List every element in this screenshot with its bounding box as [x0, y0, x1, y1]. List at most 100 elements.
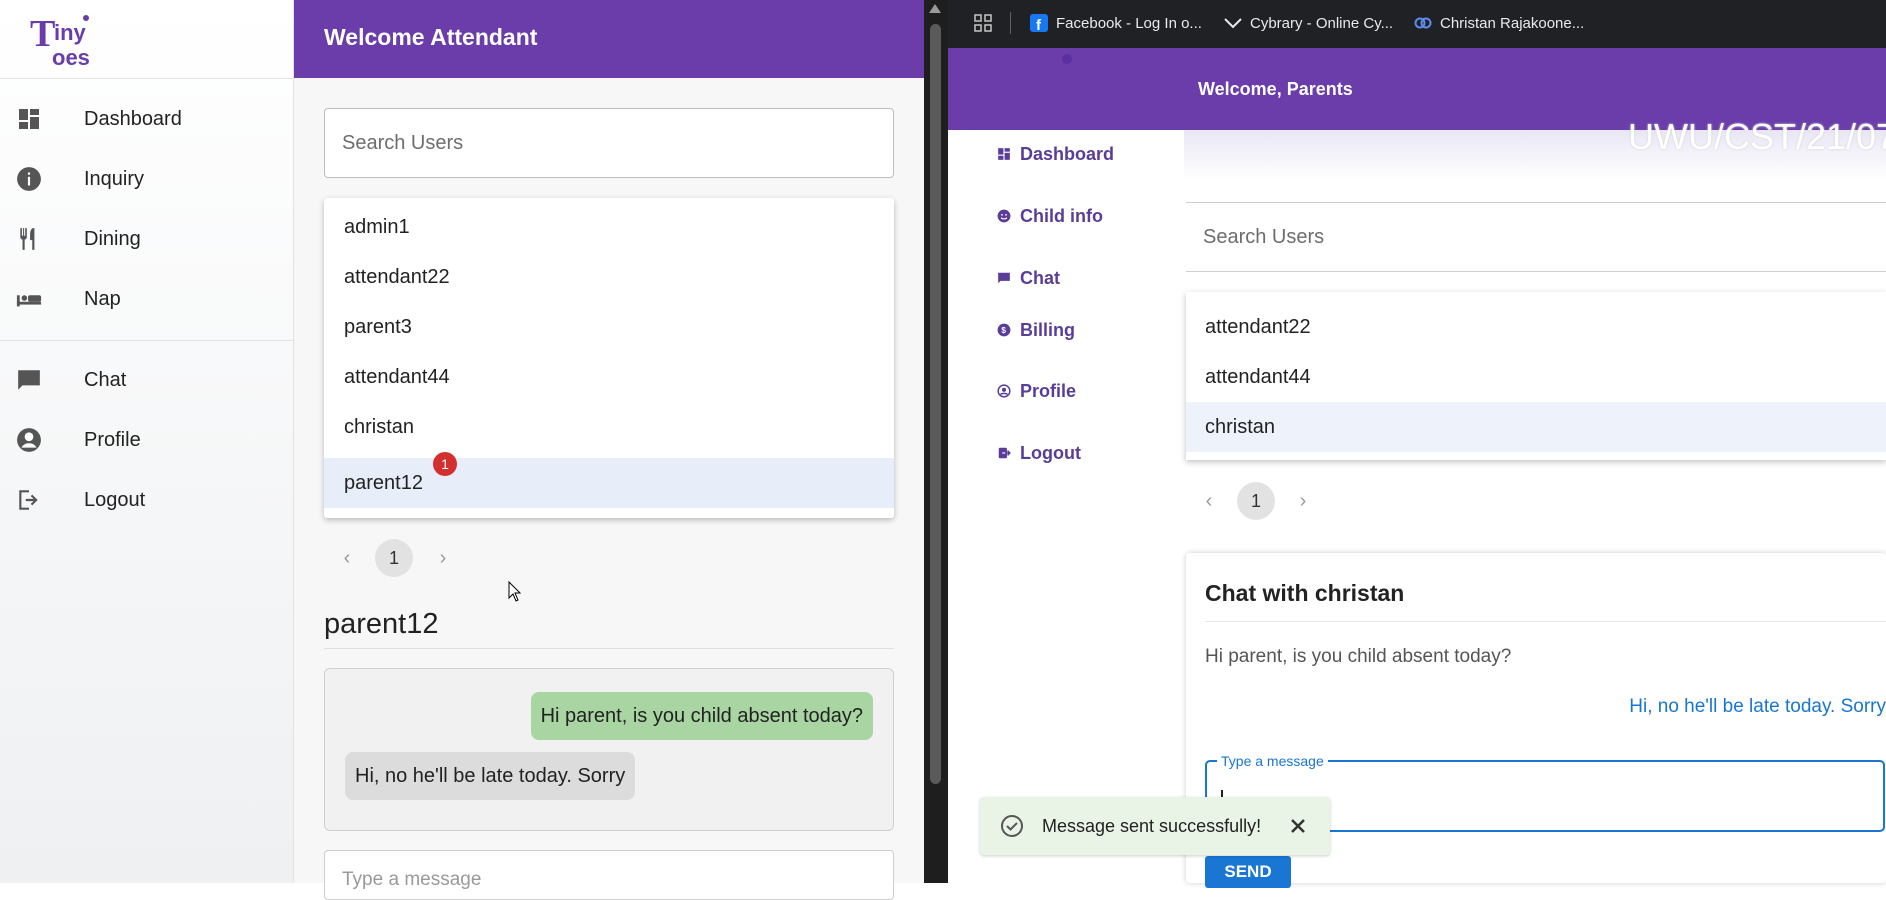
sidebar-item-label: Chat [1020, 267, 1060, 288]
sidebar-item-logout[interactable]: Logout [0, 472, 293, 528]
sidebar-item-label: Billing [1020, 319, 1075, 340]
sidebar-item-label: Chat [84, 368, 127, 391]
page-number-button[interactable]: 1 [1237, 482, 1275, 520]
left-sidebar: T iny oes Dashboard Inquiry Dining Nap C… [0, 0, 294, 883]
toast-message: Message sent successfully! [1042, 816, 1262, 836]
list-item[interactable]: attendant22 [324, 252, 894, 302]
apps-grid-icon [974, 14, 992, 32]
list-item[interactable]: attendant44 [1186, 352, 1886, 402]
app-header: Welcome Attendant [294, 0, 924, 78]
sidebar-divider [0, 340, 293, 341]
sidebar-item-label: Profile [1020, 380, 1077, 401]
sent-message: Hi, no he'll be late today. Sorry [1629, 696, 1886, 717]
bed-icon [16, 286, 42, 312]
user-name: parent12 1 [344, 451, 457, 495]
sidebar-item-label: Profile [84, 428, 141, 451]
user-name-text: parent12 [344, 471, 423, 494]
list-item[interactable]: christan [324, 402, 894, 452]
facebook-icon: f [1030, 14, 1048, 32]
list-item[interactable]: attendant22 [1186, 302, 1886, 352]
apps-button[interactable] [974, 12, 992, 34]
sidebar-item-label: Dashboard [84, 107, 182, 130]
user-name: attendant22 [1205, 315, 1311, 338]
chat-divider [1205, 621, 1886, 622]
scroll-up-icon[interactable] [929, 4, 941, 13]
next-page-button[interactable]: › [430, 545, 456, 571]
sidebar-item-logout[interactable]: Logout [996, 439, 1081, 467]
bookmark-christan[interactable]: Christan Rajakoone... [1414, 12, 1584, 34]
search-input[interactable] [1186, 203, 1886, 271]
user-name: christan [1205, 415, 1276, 438]
search-input[interactable] [324, 108, 894, 178]
account-icon [16, 427, 42, 453]
chat-title: Chat with christan [1205, 580, 1405, 606]
svg-text:oes: oes [52, 45, 90, 68]
logout-icon [996, 445, 1012, 461]
chat-messages: Hi parent, is you child absent today? Hi… [324, 668, 894, 831]
page-number-button[interactable]: 1 [375, 539, 413, 577]
user-name: attendant22 [344, 265, 450, 288]
list-item-selected[interactable]: parent12 1 [324, 451, 894, 508]
logout-icon [16, 487, 42, 513]
chat-icon [996, 270, 1012, 286]
sidebar-item-child-info[interactable]: Child info [996, 202, 1103, 230]
sidebar-item-profile[interactable]: Profile [0, 412, 293, 468]
bookmark-facebook[interactable]: f Facebook - Log In o... [1030, 12, 1202, 34]
sidebar-item-chat[interactable]: Chat [996, 264, 1060, 292]
sidebar-item-dashboard[interactable]: Dashboard [0, 91, 293, 147]
sidebar-item-inquiry[interactable]: Inquiry [0, 151, 293, 207]
prev-page-button[interactable]: ‹ [334, 545, 360, 571]
account-icon [996, 383, 1012, 399]
user-name: attendant44 [344, 365, 450, 388]
message-input[interactable]: Type a message [324, 850, 894, 900]
received-message: Hi, no he'll be late today. Sorry [345, 752, 636, 800]
dashboard-icon [16, 106, 42, 132]
prev-page-button[interactable]: ‹ [1196, 488, 1222, 514]
send-button[interactable]: SEND [1205, 856, 1291, 888]
message-input-label: Type a message [1217, 753, 1328, 769]
header-title: Welcome Attendant [324, 24, 538, 50]
sidebar-item-nap[interactable]: Nap [0, 271, 293, 327]
sidebar-item-dashboard[interactable]: Dashboard [996, 140, 1114, 168]
left-main-panel: Welcome Attendant admin1 attendant22 par… [294, 0, 924, 900]
child-icon [996, 208, 1012, 224]
message-placeholder: Type a message [342, 869, 482, 890]
chat-title: parent12 [324, 608, 439, 640]
sent-message: Hi parent, is you child absent today? [530, 692, 873, 740]
bookmark-label: Cybrary - Online Cy... [1250, 14, 1394, 32]
billing-icon: $ [996, 322, 1012, 338]
list-item[interactable]: attendant44 [324, 352, 894, 402]
svg-text:iny: iny [54, 20, 87, 45]
tiny-toes-logo[interactable]: T iny oes [28, 10, 123, 68]
next-page-button[interactable]: › [1290, 488, 1316, 514]
success-toast: Message sent successfully! [980, 797, 1330, 855]
dashboard-icon [996, 146, 1012, 162]
sidebar-item-label: Logout [84, 488, 146, 511]
info-icon [16, 166, 42, 192]
sidebar-item-chat[interactable]: Chat [0, 352, 293, 408]
sidebar-item-label: Inquiry [84, 167, 145, 190]
restaurant-icon [16, 226, 42, 252]
watermark-text: UWU/CST/21/07 [1628, 116, 1886, 157]
list-item-selected[interactable]: christan [1186, 402, 1886, 452]
bookmark-label: Christan Rajakoone... [1440, 14, 1585, 32]
bookmarks-divider [1010, 12, 1011, 34]
close-icon[interactable] [1286, 814, 1310, 838]
sidebar-item-dining[interactable]: Dining [0, 211, 293, 267]
user-name: attendant44 [1205, 365, 1311, 388]
received-message: Hi parent, is you child absent today? [1205, 646, 1512, 667]
sidebar-item-label: Logout [1020, 442, 1081, 463]
list-item[interactable]: parent3 [324, 302, 894, 352]
svg-text:$: $ [1001, 326, 1006, 335]
user-name: christan [344, 415, 415, 438]
user-name: parent3 [344, 315, 412, 338]
cybrary-icon [1224, 14, 1242, 32]
unread-badge: 1 [433, 451, 457, 476]
sidebar-item-label: Dining [84, 227, 141, 250]
list-item[interactable]: admin1 [324, 202, 894, 252]
sidebar-item-billing[interactable]: $ Billing [996, 316, 1075, 344]
sidebar-item-profile[interactable]: Profile [996, 377, 1076, 405]
sidebar-item-label: Nap [84, 287, 121, 310]
scrollbar-thumb[interactable] [930, 24, 941, 784]
bookmark-cybrary[interactable]: Cybrary - Online Cy... [1224, 12, 1393, 34]
